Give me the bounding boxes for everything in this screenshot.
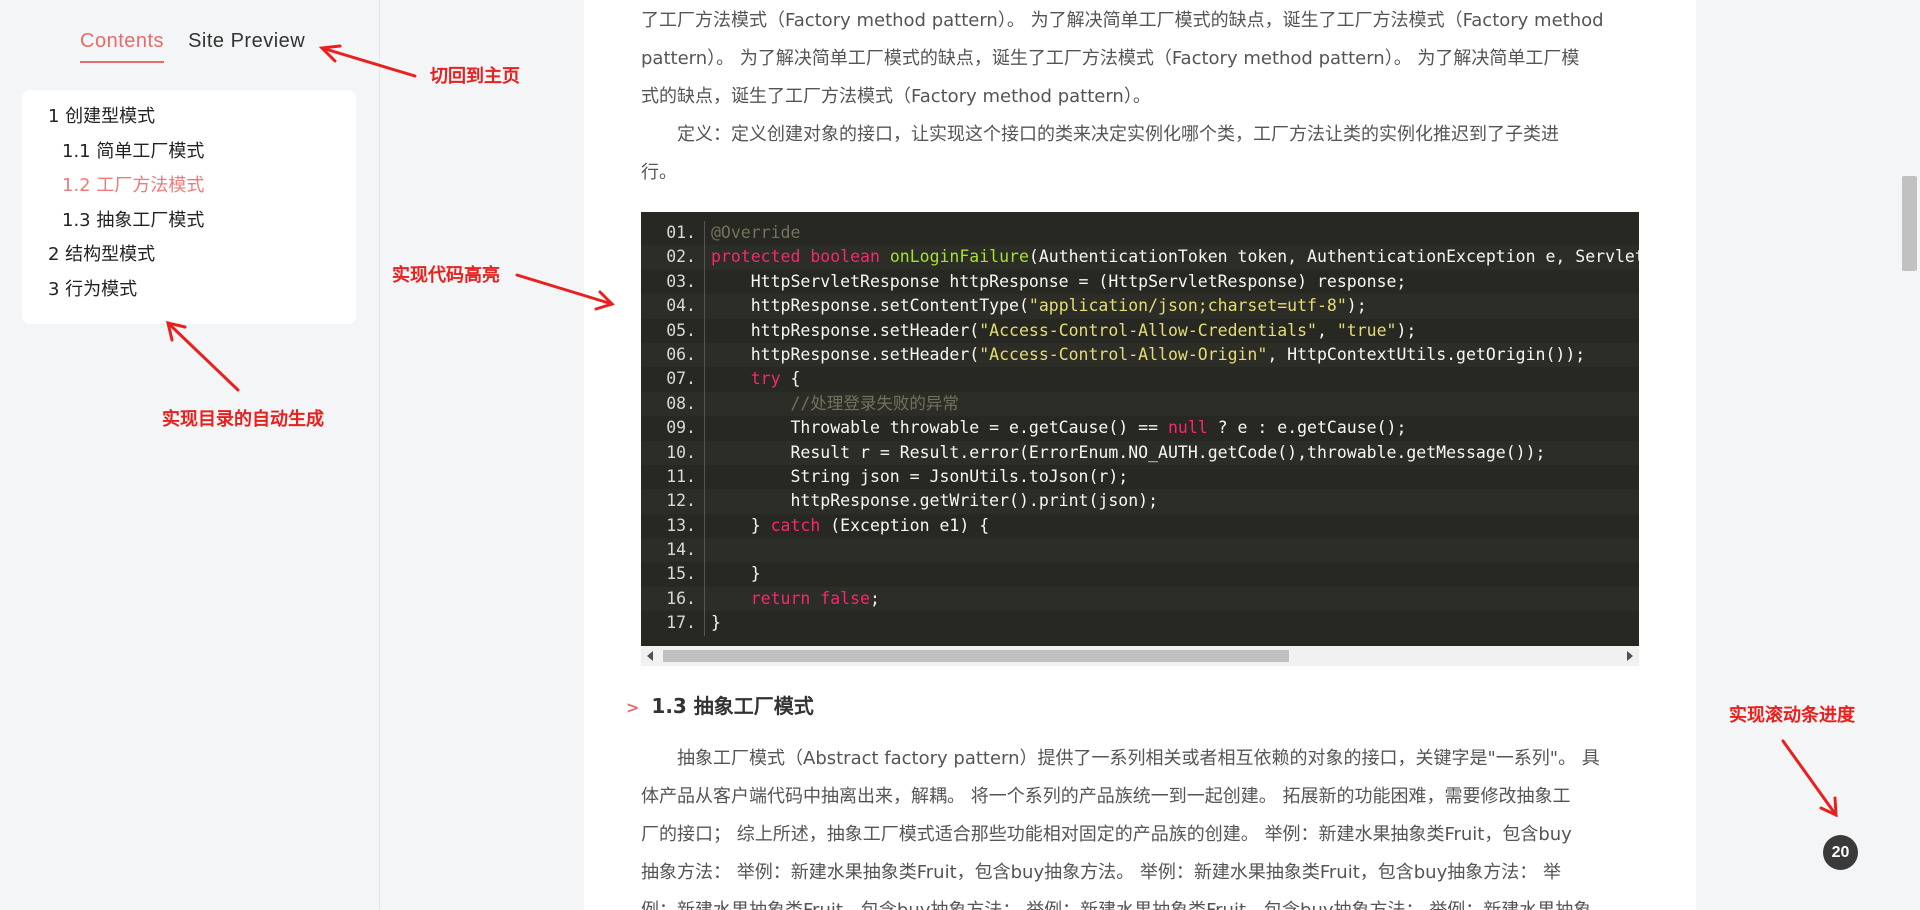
code-text: @Override	[711, 223, 801, 242]
article-content: 了工厂方法模式（Factory method pattern）。 为了解决简单工…	[584, 0, 1696, 910]
line-number: 02.	[641, 245, 705, 270]
paragraph-line: 例：新建水果抽象类Fruit，包含buy抽象方法： 举例：新建水果抽象类Frui…	[641, 892, 1639, 910]
code-line: 16. return false;	[641, 586, 1639, 612]
line-number: 10.	[641, 440, 705, 465]
toc-item-simple-factory[interactable]: 1.1 简单工厂模式	[48, 135, 356, 170]
code-text: httpResponse.getWriter().print(json);	[711, 491, 1159, 511]
paragraph-line: 厂的接口； 综上所述，抽象工厂模式适合那些功能相对固定的产品族的创建。 举例：新…	[641, 824, 1572, 845]
tab-site-preview[interactable]: Site Preview	[188, 30, 305, 63]
toc-item-creational[interactable]: 1 创建型模式	[48, 100, 356, 135]
code-line: 15. }	[641, 562, 1639, 587]
line-number: 14.	[641, 538, 705, 563]
code-scrollbar-thumb[interactable]	[663, 650, 1289, 662]
toc-item-abstract-factory[interactable]: 1.3 抽象工厂模式	[48, 204, 356, 239]
arrow-scroll	[1781, 739, 1838, 817]
code-line: 13. } catch (Exception e1) {	[641, 513, 1639, 539]
code-line: 10. Result r = Result.error(ErrorEnum.NO…	[641, 440, 1639, 465]
code-text: String json = JsonUtils.toJson(r);	[711, 466, 1129, 486]
code-text: httpResponse.setContentType("application…	[711, 296, 1367, 316]
code-text: httpResponse.setHeader("Access-Control-A…	[711, 320, 1417, 340]
paragraph-abstract-factory: 抽象工厂模式（Abstract factory pattern）提供了一系列相关…	[641, 740, 1639, 910]
paragraph-line: 抽象方法： 举例：新建水果抽象类Fruit，包含buy抽象方法。 举例：新建水果…	[641, 862, 1561, 883]
code-line: 05. httpResponse.setHeader("Access-Contr…	[641, 318, 1639, 343]
code-line: 01. @Override	[641, 221, 1639, 246]
line-number: 12.	[641, 489, 705, 514]
line-number: 07.	[641, 367, 705, 392]
code-block[interactable]: 01. @Override 02. protected boolean onLogin…	[641, 212, 1639, 646]
tab-contents[interactable]: Contents	[80, 30, 165, 63]
annotation-highlight: 实现代码高亮	[392, 265, 500, 286]
toc-item-factory-method[interactable]: 1.2 工厂方法模式	[48, 169, 356, 204]
paragraph-line: 式的缺点，诞生了工厂方法模式（Factory method pattern）。	[641, 86, 1151, 107]
line-number: 11.	[641, 464, 705, 490]
line-number: 17.	[641, 611, 705, 636]
line-number: 06.	[641, 342, 705, 368]
table-of-contents: 1 创建型模式 1.1 简单工厂模式 1.2 工厂方法模式 1.3 抽象工厂模式…	[22, 90, 356, 324]
code-text: }	[711, 564, 761, 584]
toc-item-behavioral[interactable]: 3 行为模式	[48, 273, 356, 308]
sidebar: Contents Site Preview 1 创建型模式 1.1 简单工厂模式…	[0, 0, 380, 910]
code-line: 14.	[641, 538, 1639, 563]
line-number: 09.	[641, 416, 705, 441]
code-text: protected boolean onLoginFailure(Authent…	[711, 247, 1639, 267]
code-line: 12. httpResponse.getWriter().print(json)…	[641, 489, 1639, 514]
code-horizontal-scrollbar[interactable]	[641, 646, 1639, 666]
scroll-progress-badge[interactable]: 20	[1823, 835, 1858, 870]
code-text: //处理登录失败的异常	[790, 393, 959, 413]
line-number: 01.	[641, 221, 705, 246]
line-number: 15.	[641, 562, 705, 587]
paragraph-line: 抽象工厂模式（Abstract factory pattern）提供了一系列相关…	[641, 748, 1600, 769]
toc-item-structural[interactable]: 2 结构型模式	[48, 238, 356, 273]
paragraph-line: 定义：定义创建对象的接口，让实现这个接口的类来决定实例化哪个类，工厂方法让类的实…	[641, 124, 1559, 145]
annotation-toc: 实现目录的自动生成	[162, 409, 324, 430]
code-text: } catch (Exception e1) {	[711, 515, 990, 535]
scroll-right-icon[interactable]	[1627, 651, 1633, 661]
code-line: 04. httpResponse.setContentType("applica…	[641, 294, 1639, 319]
annotation-home: 切回到主页	[430, 66, 520, 87]
line-number: 13.	[641, 513, 705, 539]
code-lines: 01. @Override 02. protected boolean onLogin…	[641, 221, 1639, 636]
code-line: 09. Throwable throwable = e.getCause() =…	[641, 416, 1639, 441]
code-text: return false;	[750, 588, 880, 608]
arrow-head-icon	[1819, 796, 1838, 818]
code-text: HttpServletResponse httpResponse = (Http…	[711, 271, 1407, 291]
line-number: 08.	[641, 391, 705, 417]
scroll-left-icon[interactable]	[647, 651, 653, 661]
code-text: Result r = Result.error(ErrorEnum.NO_AUT…	[711, 442, 1546, 462]
paragraph-line: pattern）。 为了解决简单工厂模式的缺点，诞生了工厂方法模式（Factor…	[641, 48, 1580, 69]
sidebar-tabs: Contents Site Preview	[80, 30, 305, 63]
code-line: 17.}	[641, 611, 1639, 636]
code-line: 07. try {	[641, 367, 1639, 392]
code-line: 06. httpResponse.setHeader("Access-Contr…	[641, 342, 1639, 368]
annotation-scroll: 实现滚动条进度	[1729, 705, 1855, 726]
code-line: 08. //处理登录失败的异常	[641, 391, 1639, 417]
paragraph-line: 体产品从客户端代码中抽离出来，解耦。 将一个系列的产品族统一到一起创建。 拓展新…	[641, 786, 1571, 807]
code-text: try {	[750, 369, 801, 389]
paragraph-factory-method: 了工厂方法模式（Factory method pattern）。 为了解决简单工…	[641, 2, 1639, 192]
paragraph-line: 了工厂方法模式（Factory method pattern）。 为了解决简单工…	[641, 10, 1604, 31]
code-text: Throwable throwable = e.getCause() == nu…	[711, 418, 1407, 438]
paragraph-line: 行。	[641, 162, 677, 183]
chevron-right-icon: >	[626, 698, 640, 717]
line-number: 05.	[641, 318, 705, 343]
code-line: 03. HttpServletResponse httpResponse = (…	[641, 269, 1639, 295]
code-text: httpResponse.setHeader("Access-Control-A…	[711, 344, 1586, 364]
line-number: 04.	[641, 294, 705, 319]
code-line: 02. protected boolean onLoginFailure(Auth…	[641, 245, 1639, 270]
code-line: 11. String json = JsonUtils.toJson(r);	[641, 464, 1639, 490]
line-number: 03.	[641, 269, 705, 295]
line-number: 16.	[641, 586, 705, 612]
code-text: }	[711, 613, 721, 633]
section-heading: >1.3 抽象工厂模式	[626, 690, 814, 719]
section-heading-title: 1.3 抽象工厂模式	[651, 694, 814, 718]
page-scrollbar-thumb[interactable]	[1902, 176, 1917, 271]
page-vertical-scrollbar[interactable]	[1899, 0, 1920, 910]
